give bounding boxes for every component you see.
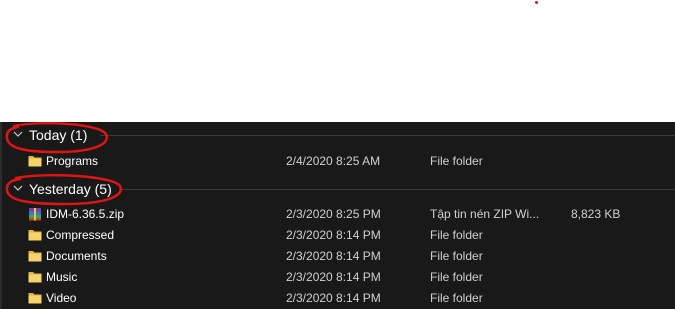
item-date-modified: 2/3/2020 8:14 PM	[286, 270, 381, 284]
item-type: File folder	[430, 228, 483, 242]
item-type: File folder	[430, 249, 483, 263]
item-name: Video	[46, 291, 77, 305]
item-type: File folder	[430, 270, 483, 284]
item-size: 8,823 KB	[571, 207, 621, 221]
item-name: IDM-6.36.5.zip	[46, 207, 125, 221]
list-item[interactable]: Documents 2/3/2020 8:14 PM File folder	[0, 246, 675, 267]
red-annotation-ellipse	[5, 122, 109, 154]
zip-archive-icon	[29, 208, 41, 221]
folder-icon	[28, 156, 42, 167]
list-item[interactable]: Video 2/3/2020 8:14 PM File folder	[0, 288, 675, 309]
group-divider	[122, 189, 675, 190]
list-item[interactable]: Music 2/3/2020 8:14 PM File folder	[0, 267, 675, 288]
item-name: Music	[46, 270, 78, 284]
red-dot-mark	[535, 1, 538, 4]
item-date-modified: 2/3/2020 8:14 PM	[286, 249, 381, 263]
item-date-modified: 2/3/2020 8:14 PM	[286, 291, 381, 305]
folder-icon	[28, 293, 42, 304]
item-name: Documents	[46, 249, 107, 263]
item-name: Compressed	[46, 228, 115, 242]
red-annotation-ellipse	[5, 173, 122, 206]
folder-icon	[28, 272, 42, 283]
item-type: File folder	[430, 291, 483, 305]
item-name: Programs	[46, 154, 99, 168]
item-date-modified: 2/4/2020 8:25 AM	[286, 154, 381, 168]
file-list-pane: Today (1) Programs 2/4/2020 8:25 AM File…	[0, 122, 675, 309]
item-type: File folder	[430, 154, 483, 168]
blank-canvas-area	[0, 0, 675, 122]
folder-icon	[28, 251, 42, 262]
folder-icon	[28, 230, 42, 241]
group-divider	[100, 135, 675, 136]
item-date-modified: 2/3/2020 8:14 PM	[286, 228, 381, 242]
list-item[interactable]: Compressed 2/3/2020 8:14 PM File folder	[0, 225, 675, 246]
item-date-modified: 2/3/2020 8:25 PM	[286, 207, 381, 221]
item-type: Tập tin nén ZIP Wi...	[430, 207, 540, 221]
